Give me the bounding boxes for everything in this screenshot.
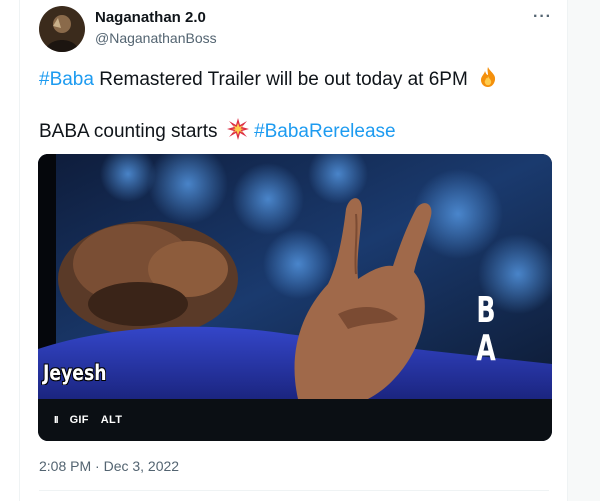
- more-horizontal-icon[interactable]: ···: [533, 8, 552, 26]
- watermark-text: Jeyesh: [43, 361, 107, 385]
- tweet-timestamp[interactable]: 2:08 PM · Dec 3, 2022: [39, 458, 179, 474]
- author-handle[interactable]: @NaganathanBoss: [95, 29, 217, 47]
- divider: [39, 490, 549, 491]
- hashtag-link[interactable]: #BabaRerelease: [254, 121, 396, 142]
- collision-icon: [226, 118, 249, 147]
- tweet-text-line-2: BABA counting starts #BabaRerelease: [39, 118, 396, 147]
- gif-media[interactable]: Jeyesh B A II GIF ALT: [38, 154, 552, 441]
- fire-icon: [477, 66, 499, 95]
- right-column-edge: [567, 0, 600, 501]
- overlay-letters: B A: [476, 290, 496, 369]
- alt-button[interactable]: ALT: [101, 414, 122, 426]
- media-controls: II GIF ALT: [38, 399, 552, 441]
- gif-badge: GIF: [69, 414, 89, 426]
- pause-icon[interactable]: II: [54, 415, 58, 426]
- hashtag-link[interactable]: #Baba: [39, 69, 94, 90]
- tweet-text-line-1: #Baba Remastered Trailer will be out tod…: [39, 66, 499, 95]
- avatar[interactable]: [39, 6, 85, 52]
- tweet-card[interactable]: Naganathan 2.0 @NaganathanBoss ··· #Baba…: [21, 0, 567, 501]
- author-block[interactable]: Naganathan 2.0 @NaganathanBoss: [95, 9, 217, 47]
- author-name[interactable]: Naganathan 2.0: [95, 9, 217, 27]
- left-column-edge: [0, 0, 20, 501]
- tweet-text: Remastered Trailer will be out today at …: [93, 69, 468, 90]
- tweet-text: BABA counting starts: [39, 121, 218, 142]
